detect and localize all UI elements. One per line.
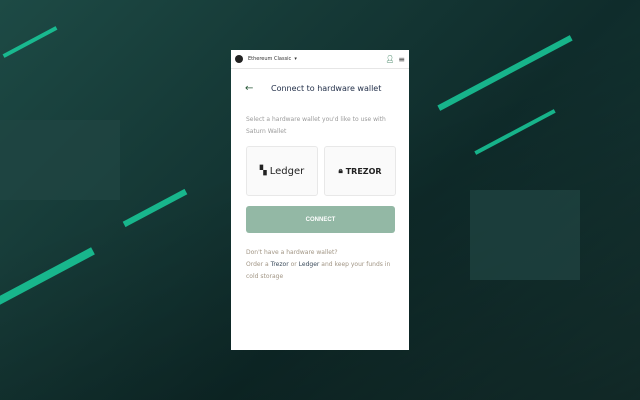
trezor-link[interactable]: Trezor	[271, 261, 289, 268]
ledger-option[interactable]: ▚ Ledger	[246, 146, 318, 196]
footer-text: Order a	[246, 261, 269, 268]
bg-stripe	[0, 247, 95, 311]
bg-stripe	[474, 109, 556, 155]
network-label: Ethereum Classic	[248, 56, 292, 62]
ledger-label: Ledger	[269, 165, 305, 177]
page-title: Connect to hardware wallet	[271, 84, 382, 93]
trezor-label: TREZOR	[345, 166, 382, 176]
footer-text: or	[290, 261, 297, 268]
header: Ethereum Classic ▾ 👤︎ ≡	[231, 50, 409, 69]
wallet-popup: Ethereum Classic ▾ 👤︎ ≡ ← Connect to hard…	[231, 50, 409, 350]
bg-stripe	[122, 188, 188, 228]
footer-note: Don't have a hardware wallet? Order a Tr…	[246, 247, 401, 283]
ledger-link[interactable]: Ledger	[299, 261, 320, 268]
footer-line1: Don't have a hardware wallet?	[246, 249, 338, 256]
trezor-lock-icon: 🔒︎	[338, 166, 343, 175]
back-arrow-icon[interactable]: ←	[245, 83, 271, 94]
saturn-logo-icon	[235, 55, 243, 63]
account-icon[interactable]: 👤︎	[385, 55, 394, 63]
bg-block	[0, 120, 120, 200]
menu-icon[interactable]: ≡	[398, 55, 405, 64]
caret-down-icon: ▾	[294, 56, 297, 62]
trezor-option[interactable]: 🔒︎ TREZOR	[324, 146, 396, 196]
bg-block	[470, 190, 580, 280]
ledger-logo-icon: ▚	[259, 166, 267, 176]
bg-stripe	[437, 35, 573, 111]
connect-button[interactable]: CONNECT	[246, 206, 395, 233]
bg-stripe	[2, 26, 58, 58]
network-selector[interactable]: Ethereum Classic ▾	[248, 56, 297, 62]
description: Select a hardware wallet you'd like to u…	[246, 116, 386, 135]
